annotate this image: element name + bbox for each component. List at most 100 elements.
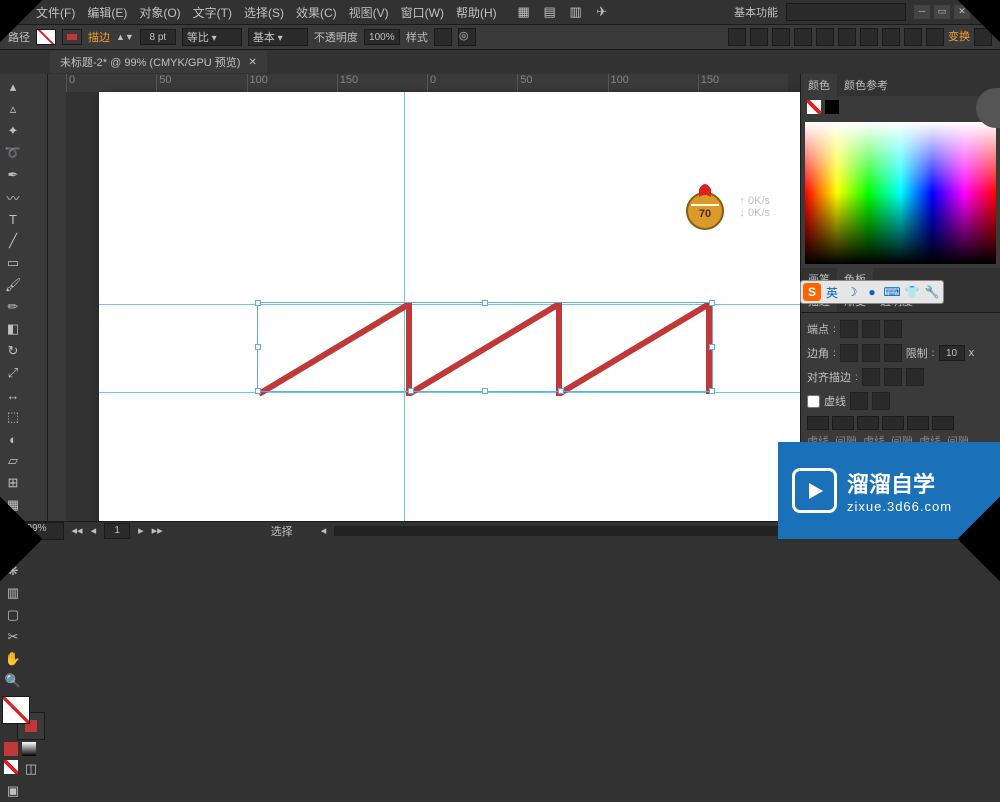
pen-tool[interactable]: ✒ — [2, 164, 24, 186]
scale-tool[interactable]: ⤢ — [2, 362, 24, 384]
free-transform-tool[interactable]: ⬚ — [2, 406, 24, 428]
sel-handle[interactable] — [255, 344, 261, 350]
menu-effect[interactable]: 效果(C) — [290, 4, 343, 21]
last-artboard-icon[interactable]: ▸▸ — [152, 524, 163, 537]
stroke-weight-input[interactable] — [140, 29, 176, 45]
cap-butt-icon[interactable] — [840, 320, 858, 338]
transform-label[interactable]: 变换 — [948, 28, 970, 46]
canvas-area[interactable]: 0 50 100 150 0 50 100 150 — [48, 74, 800, 521]
rectangle-tool[interactable]: ▭ — [2, 252, 24, 274]
gpu-icon[interactable]: ✈ — [591, 1, 613, 23]
artboard-nav-input[interactable] — [104, 523, 130, 539]
shape-mode-icon[interactable] — [926, 28, 944, 46]
selection-tool[interactable]: ▴ — [2, 76, 24, 98]
brush-profile[interactable]: 基本 ▾ — [248, 28, 308, 46]
next-artboard-icon[interactable]: ▸ — [138, 524, 144, 537]
shaper-tool[interactable]: ✏ — [2, 296, 24, 318]
hand-tool[interactable]: ✋ — [2, 648, 24, 670]
search-input[interactable] — [786, 3, 906, 21]
align-center-stroke-icon[interactable] — [862, 368, 880, 386]
menu-object[interactable]: 对象(O) — [133, 4, 186, 21]
opacity-input[interactable] — [364, 29, 400, 45]
align-outside-stroke-icon[interactable] — [906, 368, 924, 386]
dash-input[interactable] — [907, 416, 929, 430]
ime-tool-icon[interactable]: 🔧 — [923, 283, 941, 301]
sel-handle[interactable] — [255, 388, 261, 394]
sel-handle[interactable] — [482, 388, 488, 394]
lasso-tool[interactable]: ➰ — [2, 142, 24, 164]
sel-handle[interactable] — [709, 344, 715, 350]
width-tool[interactable]: ↔ — [2, 384, 24, 406]
color-tab[interactable]: 颜色 — [801, 74, 837, 96]
sel-handle[interactable] — [709, 388, 715, 394]
color-spectrum[interactable] — [801, 118, 1000, 268]
sel-handle[interactable] — [255, 300, 261, 306]
minimize-button[interactable]: ─ — [914, 5, 930, 19]
align-left-icon[interactable] — [728, 28, 746, 46]
ruler-origin[interactable] — [48, 74, 66, 92]
dash-input[interactable] — [857, 416, 879, 430]
recolor-icon[interactable]: ◎ — [458, 28, 476, 46]
document-tab[interactable]: 未标题-2* @ 99% (CMYK/GPU 预览) ✕ — [50, 51, 267, 73]
prev-artboard-icon[interactable]: ◂ — [91, 524, 97, 537]
join-round-icon[interactable] — [862, 344, 880, 362]
align-center-icon[interactable] — [750, 28, 768, 46]
ime-keyboard-icon[interactable]: ⌨ — [883, 283, 901, 301]
type-tool[interactable]: T — [2, 208, 24, 230]
magic-wand-tool[interactable]: ✦ — [2, 120, 24, 142]
arrange-icon[interactable]: ▥ — [565, 1, 587, 23]
ime-skin-icon[interactable]: 👕 — [903, 283, 921, 301]
draw-mode-icon[interactable]: ◫ — [20, 758, 42, 780]
none-mode-icon[interactable] — [4, 760, 18, 774]
menu-type[interactable]: 文字(T) — [187, 4, 238, 21]
eraser-tool[interactable]: ◧ — [2, 318, 24, 340]
workspace-switcher[interactable]: 基本功能 — [734, 4, 778, 20]
vertical-ruler[interactable] — [48, 92, 66, 521]
panel-stroke-swatch[interactable] — [825, 100, 839, 114]
join-miter-icon[interactable] — [840, 344, 858, 362]
color-mode-icon[interactable] — [4, 742, 18, 756]
graph-tool[interactable]: ▥ — [2, 582, 24, 604]
gap-input[interactable] — [882, 416, 904, 430]
first-artboard-icon[interactable]: ◂◂ — [72, 524, 83, 537]
ime-punct-icon[interactable]: ● — [863, 283, 881, 301]
align-inside-stroke-icon[interactable] — [884, 368, 902, 386]
menu-edit[interactable]: 编辑(E) — [81, 4, 133, 21]
perspective-tool[interactable]: ▱ — [2, 450, 24, 472]
miter-limit-input[interactable] — [939, 345, 965, 361]
sel-handle[interactable] — [709, 300, 715, 306]
gradient-mode-icon[interactable] — [22, 742, 36, 756]
fill-stroke-indicator[interactable] — [2, 696, 45, 740]
paintbrush-tool[interactable]: 🖌 — [2, 274, 24, 296]
close-tab-icon[interactable]: ✕ — [248, 57, 256, 68]
line-tool[interactable]: ╱ — [2, 230, 24, 252]
align-middle-icon[interactable] — [816, 28, 834, 46]
direct-selection-tool[interactable]: ▵ — [2, 98, 24, 120]
menu-view[interactable]: 视图(V) — [343, 4, 395, 21]
menu-help[interactable]: 帮助(H) — [450, 4, 503, 21]
ime-lang-icon[interactable]: 英 — [823, 283, 841, 301]
dash-checkbox[interactable] — [807, 395, 820, 408]
ime-toolbar[interactable]: S 英 ☽ ● ⌨ 👕 🔧 — [800, 280, 944, 304]
panel-fill-swatch[interactable] — [807, 100, 821, 114]
artboard[interactable] — [99, 92, 800, 521]
artboard-tool[interactable]: ▢ — [2, 604, 24, 626]
dash-align2-icon[interactable] — [872, 392, 890, 410]
stroke-swatch[interactable] — [62, 29, 82, 45]
fill-box[interactable] — [2, 696, 30, 724]
mesh-tool[interactable]: ⊞ — [2, 472, 24, 494]
cap-square-icon[interactable] — [884, 320, 902, 338]
ime-moon-icon[interactable]: ☽ — [843, 283, 861, 301]
screen-mode-icon[interactable]: ▣ — [2, 780, 24, 802]
distribute-h-icon[interactable] — [860, 28, 878, 46]
zoom-tool[interactable]: 🔍 — [2, 670, 24, 692]
distribute-v-icon[interactable] — [882, 28, 900, 46]
ime-logo-icon[interactable]: S — [803, 283, 821, 301]
stroke-label[interactable]: 描边 — [88, 29, 110, 45]
dash-input[interactable] — [807, 416, 829, 430]
gap-input[interactable] — [832, 416, 854, 430]
pathfinder-icon[interactable] — [904, 28, 922, 46]
dash-align1-icon[interactable] — [850, 392, 868, 410]
sel-handle[interactable] — [558, 388, 564, 394]
sel-handle[interactable] — [482, 300, 488, 306]
